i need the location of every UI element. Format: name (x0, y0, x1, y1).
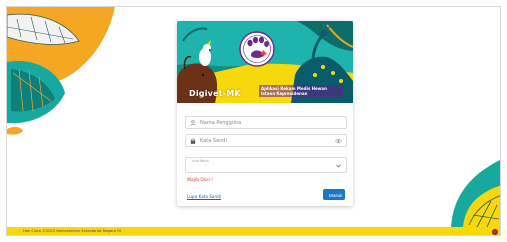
app-tagline: Aplikasi Rekam Medis Hewan Istana Kepres… (259, 85, 343, 97)
footer-logo-icon (492, 229, 498, 235)
login-banner: Digivet-MK Aplikasi Rekam Medis Hewan Is… (177, 21, 353, 103)
unit-kerja-label: Unit Kerja (192, 159, 209, 163)
eye-icon[interactable] (335, 138, 342, 144)
unit-kerja-select[interactable]: Unit Kerja (185, 157, 347, 173)
login-button[interactable]: Masuk (323, 189, 345, 200)
footer-bar: Hak Cipta ©2023 Kementerian Sekretariat … (7, 227, 500, 235)
lock-icon (190, 138, 196, 144)
chevron-down-icon (336, 164, 341, 168)
app-window: Digivet-MK Aplikasi Rekam Medis Hewan Is… (6, 6, 501, 236)
login-card: Digivet-MK Aplikasi Rekam Medis Hewan Is… (177, 21, 353, 206)
bottom-right-foliage (451, 160, 500, 228)
username-field[interactable]: Nama Pengguna (185, 116, 347, 129)
required-hint: Wajib Diisi ! (187, 178, 213, 183)
username-placeholder: Nama Pengguna (200, 120, 242, 126)
top-left-foliage (7, 7, 115, 135)
app-brand-name: Digivet-MK (189, 89, 241, 98)
forgot-password-link[interactable]: Lupa Kata Sandi (187, 194, 221, 199)
footer-copyright: Hak Cipta ©2023 Kementerian Sekretariat … (23, 229, 121, 233)
password-placeholder: Kata Sandi (200, 138, 227, 144)
user-icon (190, 120, 196, 126)
password-field[interactable]: Kata Sandi (185, 134, 347, 147)
